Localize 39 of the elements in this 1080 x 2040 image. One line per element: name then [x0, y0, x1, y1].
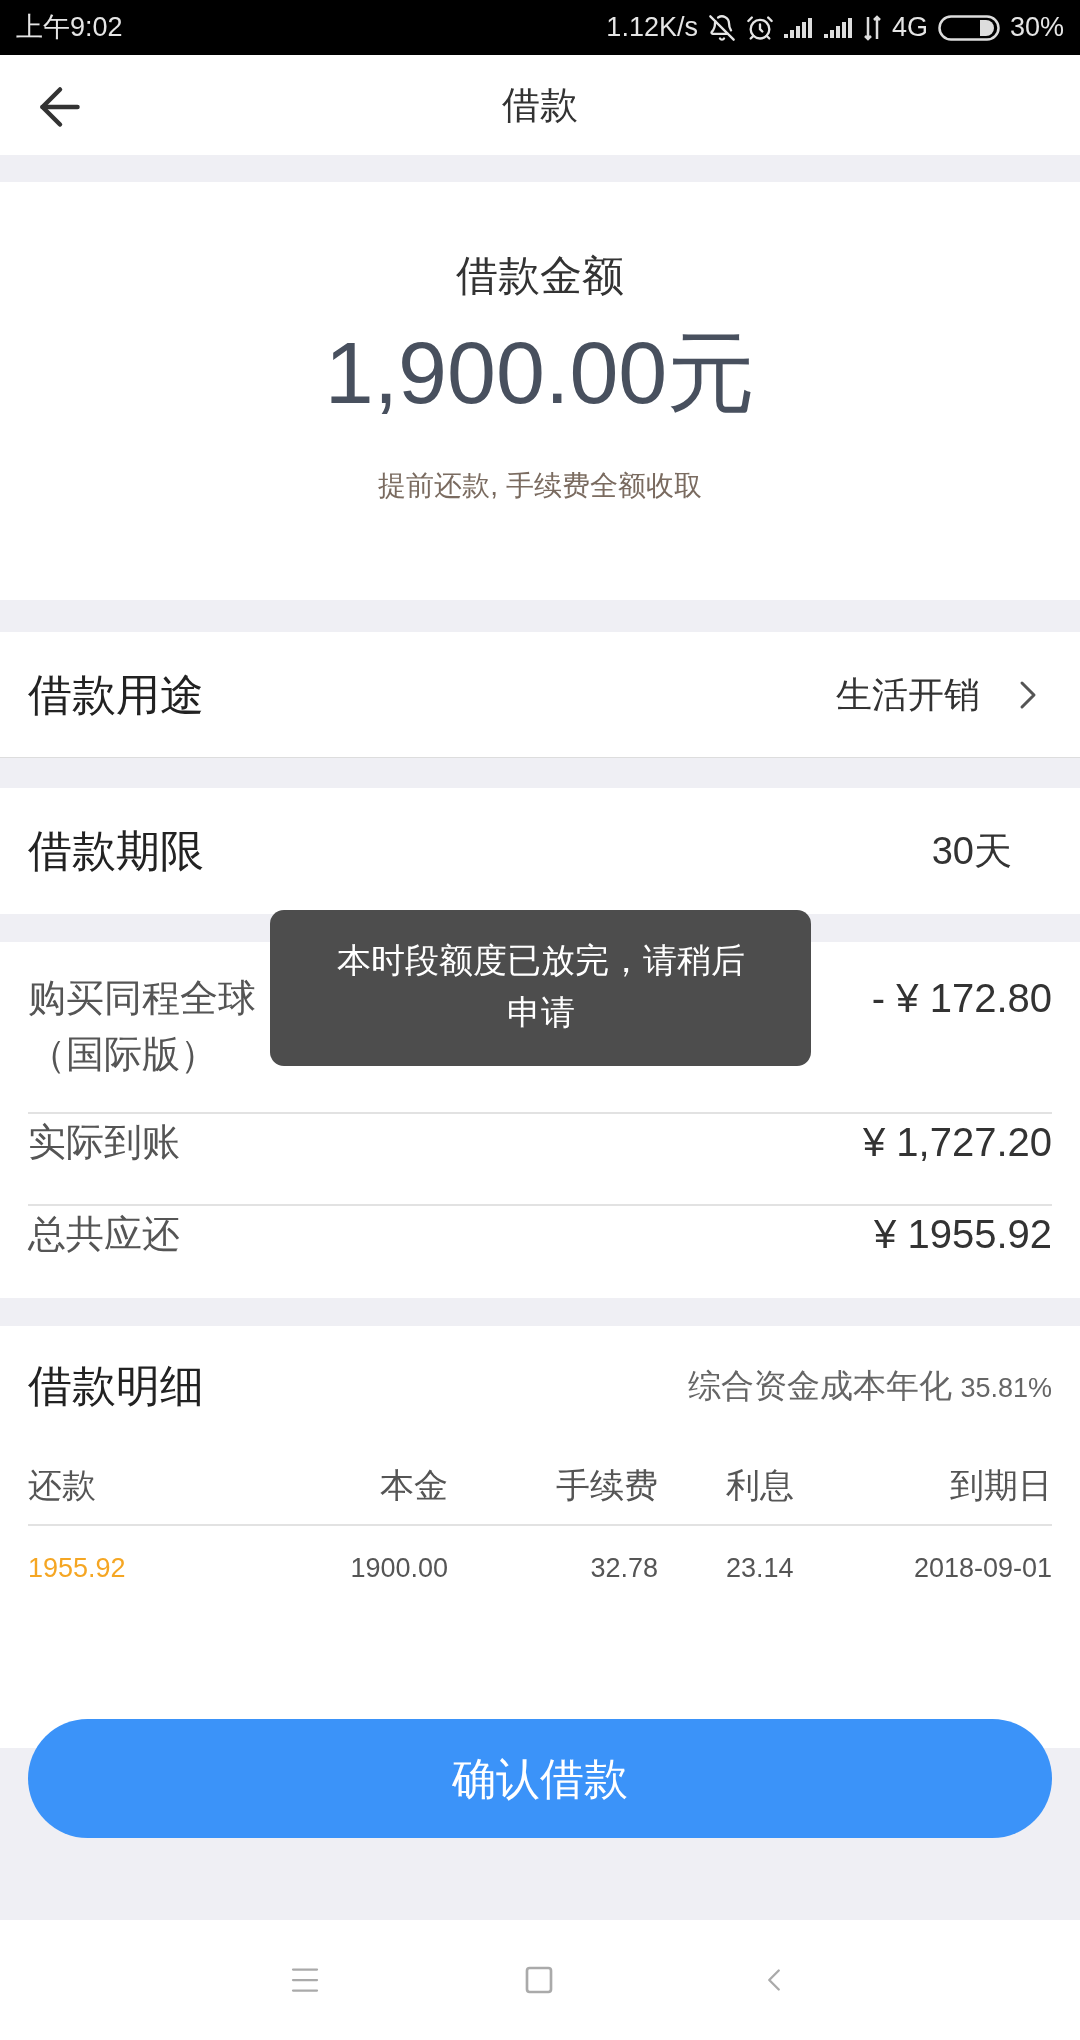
table-cell-text: 1955.92 [28, 1551, 127, 1585]
network-type: 4G [891, 11, 928, 45]
table-cell-text: 2018-09-01 [912, 1551, 1052, 1585]
home-icon[interactable] [523, 1964, 555, 1996]
summary-label: 购买同程全球 [28, 976, 256, 1021]
bell-off-icon [707, 13, 736, 42]
toast-message: 本时段额度已放完，请稍后申请 [270, 910, 811, 1066]
term-value: 30天 [931, 828, 1012, 874]
summary-value: ¥ 1955.92 [874, 1211, 1052, 1258]
data-arrows-icon [863, 14, 882, 41]
page-title: 借款 [502, 82, 578, 128]
signal-icon [783, 17, 814, 38]
rate-value: 35.81% [960, 1372, 1052, 1406]
summary-label: 总共应还 [28, 1212, 180, 1257]
rate-label: 综合资金成本年化 [688, 1366, 953, 1407]
battery-percent: 30% [1009, 11, 1064, 45]
column-header: 利息 [725, 1464, 795, 1506]
fee-note: 提前还款, 手续费全额收取 [378, 469, 702, 503]
table-cell-text: 32.78 [589, 1551, 658, 1585]
summary-label: （国际版） [28, 1032, 218, 1077]
summary-value: ¥ 1,727.20 [862, 1119, 1052, 1166]
term-label: 借款期限 [28, 825, 204, 877]
summary-value: - ¥ 172.80 [871, 975, 1052, 1022]
column-header: 本金 [379, 1464, 448, 1506]
column-header: 还款 [28, 1464, 97, 1506]
loan-amount: 1,900.00元 [324, 329, 756, 417]
column-header: 手续费 [555, 1464, 658, 1506]
column-header: 到期日 [949, 1464, 1052, 1506]
purpose-row[interactable]: 借款用途 生活开销 [0, 632, 1080, 758]
network-speed: 1.12K/s [606, 11, 698, 45]
battery-icon [937, 14, 1000, 41]
alarm-icon [745, 13, 774, 42]
details-title: 借款明细 [28, 1360, 204, 1412]
summary-label: 实际到账 [28, 1120, 180, 1165]
amount-label: 借款金额 [456, 251, 624, 301]
status-time: 上午9:02 [16, 11, 123, 45]
signal-icon [823, 17, 854, 38]
table-cell-text: 1900.00 [349, 1551, 448, 1585]
table-cell-text: 23.14 [725, 1551, 795, 1585]
